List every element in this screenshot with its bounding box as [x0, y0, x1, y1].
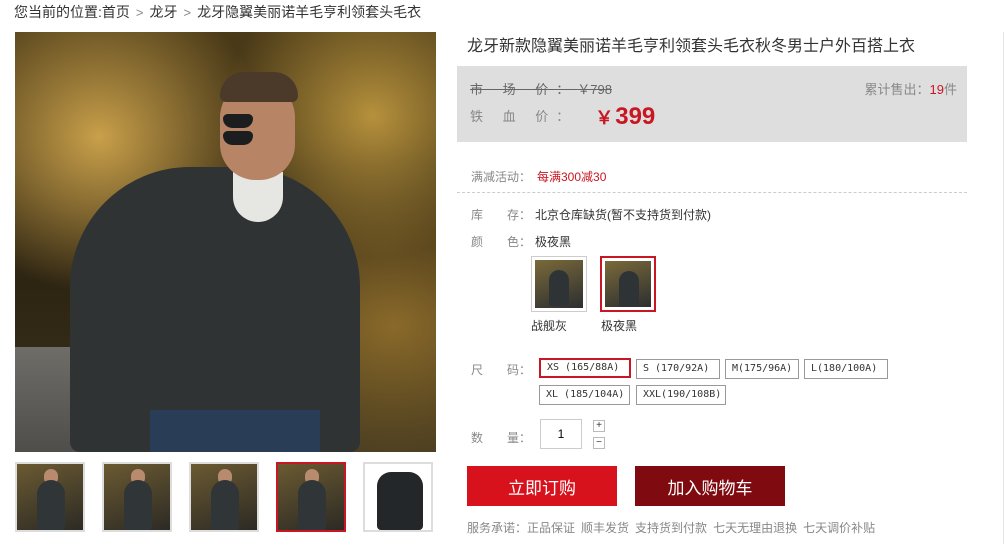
divider — [1003, 32, 1004, 544]
size-option-xxl[interactable]: XXL(190/108B) — [636, 385, 726, 405]
thumbnail-strip — [15, 462, 436, 538]
quantity-decrease-button[interactable]: − — [593, 437, 605, 449]
breadcrumb: 您当前的位置:首页 > 龙牙 > 龙牙隐翼美丽诺羊毛亨利领套头毛衣 — [14, 2, 421, 22]
service-promises: 服务承诺：正品保证 顺丰发货 支持货到付款 七天无理由退换 七天调价补贴 — [467, 519, 881, 536]
service-item: 七天调价补贴 — [803, 521, 876, 535]
service-item: 支持货到付款 — [635, 521, 708, 535]
promotion-row: 满减活动： 每满300减30 — [457, 162, 967, 193]
sunglasses — [223, 114, 293, 145]
sold-number: 19 — [929, 82, 944, 97]
color-swatch-black[interactable] — [600, 256, 656, 312]
promo-label: 满减活动： — [471, 170, 532, 184]
iron-price: 铁 血 价： ￥399 — [470, 103, 655, 131]
color-label: 颜 色： — [471, 235, 532, 249]
product-title: 龙牙新款隐翼美丽诺羊毛亨利领套头毛衣秋冬男士户外百搭上衣 — [467, 38, 916, 55]
size-option-xs[interactable]: XS (165/88A) — [539, 358, 631, 378]
quantity-increase-button[interactable]: + — [593, 420, 605, 432]
size-row: 尺 码： — [471, 361, 535, 378]
thumbnail-5[interactable] — [363, 462, 433, 532]
iron-price-value: ￥399 — [595, 103, 655, 130]
breadcrumb-home-link[interactable]: 首页 — [102, 4, 130, 20]
thumbnail-2[interactable] — [102, 462, 172, 532]
size-option-xl[interactable]: XL (185/104A) — [539, 385, 630, 405]
market-price-value: ￥798 — [577, 82, 612, 97]
market-price: 市 场 价：￥798 — [470, 79, 612, 98]
currency-symbol: ￥ — [595, 108, 614, 128]
service-item: 正品保证 — [527, 521, 576, 535]
chevron-right-icon: > — [183, 5, 192, 20]
price-box: 市 场 价：￥798 累计售出：19件 铁 血 价： ￥399 — [457, 66, 967, 142]
size-option-m[interactable]: M(175/96A) — [725, 359, 799, 379]
thumbnail-1[interactable] — [15, 462, 85, 532]
iron-price-label: 铁 血 价： — [470, 109, 578, 124]
main-product-image[interactable] — [15, 32, 436, 452]
color-swatch-black-label: 极夜黑 — [601, 319, 638, 333]
color-row: 颜 色： 极夜黑 — [471, 233, 571, 250]
quantity-row: 数 量： — [471, 429, 535, 446]
thumbnail-3[interactable] — [189, 462, 259, 532]
breadcrumb-brand-link[interactable]: 龙牙 — [149, 4, 177, 20]
stock-label: 库 存： — [471, 208, 532, 222]
sold-unit: 件 — [943, 82, 957, 97]
quantity-input[interactable] — [540, 419, 582, 449]
service-item: 顺丰发货 — [581, 521, 630, 535]
thumbnail-4[interactable] — [276, 462, 346, 532]
chevron-right-icon: > — [135, 5, 144, 20]
market-price-label: 市 场 价： — [470, 82, 578, 97]
service-item: 七天无理由退换 — [713, 521, 798, 535]
color-swatch-gray[interactable] — [531, 256, 587, 312]
service-label: 服务承诺： — [467, 521, 528, 535]
color-selected: 极夜黑 — [535, 235, 572, 249]
breadcrumb-current: 龙牙隐翼美丽诺羊毛亨利领套头毛衣 — [197, 4, 422, 20]
color-swatch-gray-label: 战舰灰 — [531, 319, 568, 333]
buy-now-button[interactable]: 立即订购 — [467, 466, 617, 506]
sold-label: 累计售出： — [864, 82, 930, 97]
size-option-l[interactable]: L(180/100A) — [804, 359, 888, 379]
promo-value: 每满300减30 — [537, 170, 607, 184]
size-label: 尺 码： — [471, 363, 532, 377]
iron-price-amount: 399 — [615, 103, 656, 130]
sold-count: 累计售出：19件 — [865, 79, 958, 98]
add-to-cart-button[interactable]: 加入购物车 — [635, 466, 785, 506]
stock-row: 库 存： 北京仓库缺货(暂不支持货到付款) — [471, 206, 711, 223]
breadcrumb-prefix: 您当前的位置: — [14, 4, 102, 20]
stock-value: 北京仓库缺货(暂不支持货到付款) — [535, 208, 711, 222]
size-option-s[interactable]: S (170/92A) — [636, 359, 720, 379]
quantity-label: 数 量： — [471, 431, 532, 445]
